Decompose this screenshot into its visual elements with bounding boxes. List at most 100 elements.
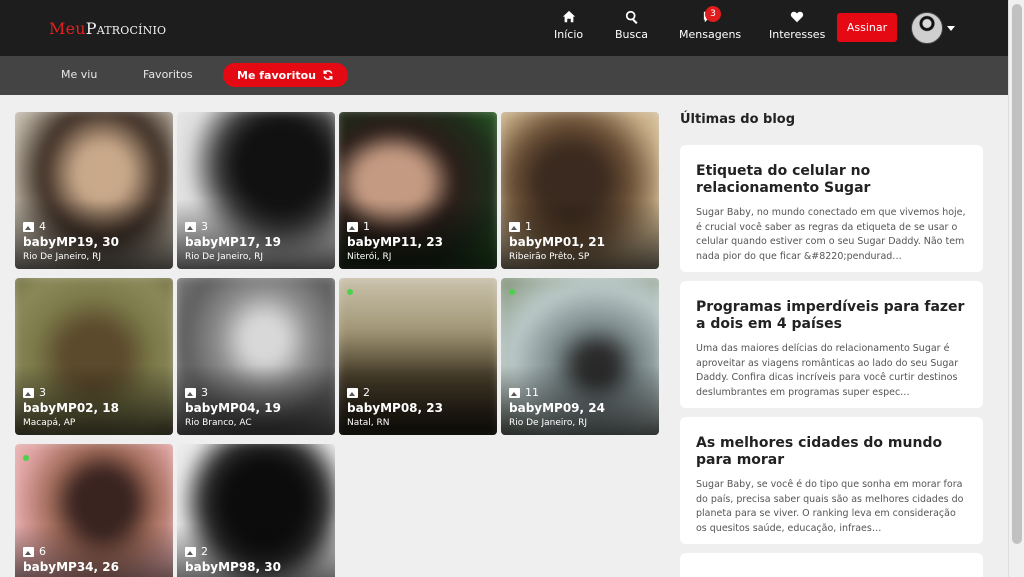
avatar xyxy=(911,12,943,44)
nav-inicio[interactable]: Início xyxy=(554,10,583,41)
photo-count-value: 1 xyxy=(525,220,532,233)
heart-icon xyxy=(791,11,804,23)
online-indicator xyxy=(509,289,515,295)
profile-city: Rio De Janeiro, RJ xyxy=(185,252,263,262)
blog-post[interactable] xyxy=(680,553,983,577)
nav-busca-label: Busca xyxy=(615,28,649,41)
profile-name: babyMP02, 18 xyxy=(23,401,119,415)
photo-count: 3 xyxy=(185,386,208,399)
photo-count-value: 2 xyxy=(363,386,370,399)
profile-city: Rio Branco, AC xyxy=(185,418,252,428)
profile-card[interactable]: 3 babyMP04, 19 Rio Branco, AC xyxy=(177,278,335,435)
profile-card[interactable]: 3 babyMP17, 19 Rio De Janeiro, RJ xyxy=(177,112,335,269)
photo-count-value: 3 xyxy=(201,386,208,399)
profile-name: babyMP98, 30 xyxy=(185,560,281,574)
blog-post-title[interactable]: Etiqueta do celular no relacionamento Su… xyxy=(696,163,967,197)
brand-logo[interactable]: MeuPatrocínio xyxy=(49,19,166,38)
profile-card[interactable]: 2 babyMP08, 23 Natal, RN xyxy=(339,278,497,435)
profile-card[interactable]: 3 babyMP02, 18 Macapá, AP xyxy=(15,278,173,435)
profile-name: babyMP11, 23 xyxy=(347,235,443,249)
profile-city: Rio De Janeiro, RJ xyxy=(23,252,101,262)
image-icon xyxy=(23,221,34,232)
image-icon xyxy=(509,221,520,232)
profile-city: Ribeirão Prêto, SP xyxy=(509,252,590,262)
search-icon xyxy=(625,10,638,24)
user-menu[interactable] xyxy=(911,12,955,44)
tab-me-favoritou[interactable]: Me favoritou xyxy=(223,63,349,87)
blog-heading: Últimas do blog xyxy=(680,112,796,127)
photo-count-value: 3 xyxy=(39,386,46,399)
nav-mensagens[interactable]: Mensagens 3 xyxy=(679,6,742,41)
nav-mensagens-label: Mensagens xyxy=(679,28,742,41)
online-indicator xyxy=(347,289,353,295)
image-icon xyxy=(23,546,34,557)
blog-post[interactable]: Etiqueta do celular no relacionamento Su… xyxy=(680,145,983,272)
image-icon xyxy=(185,546,196,557)
photo-count: 1 xyxy=(347,220,370,233)
scrollbar-thumb[interactable] xyxy=(1012,4,1022,544)
blog-post[interactable]: Programas imperdíveis para fazer a dois … xyxy=(680,281,983,408)
photo-count: 3 xyxy=(23,386,46,399)
profile-name: babyMP08, 23 xyxy=(347,401,443,415)
profile-card[interactable]: 1 babyMP11, 23 Niterói, RJ xyxy=(339,112,497,269)
photo-count: 3 xyxy=(185,220,208,233)
online-indicator xyxy=(23,455,29,461)
messages-count-badge: 3 xyxy=(705,6,721,22)
home-icon xyxy=(562,10,575,23)
brand-part2: Patrocínio xyxy=(85,19,167,38)
brand-part1: Meu xyxy=(49,19,86,38)
nav-interesses-label: Interesses xyxy=(769,28,826,41)
image-icon xyxy=(23,387,34,398)
blog-post-title[interactable]: Programas imperdíveis para fazer a dois … xyxy=(696,299,967,333)
blog-post-excerpt: Sugar Baby, se você é do tipo que sonha … xyxy=(696,479,964,534)
refresh-icon xyxy=(323,70,333,80)
blog-post[interactable]: As melhores cidades do mundo para morar … xyxy=(680,417,983,544)
photo-count-value: 11 xyxy=(525,386,539,399)
nav-interesses[interactable]: Interesses xyxy=(769,10,825,41)
profile-name: babyMP34, 26 xyxy=(23,560,119,574)
photo-count-value: 4 xyxy=(39,220,46,233)
profile-card[interactable]: 6 babyMP34, 26 xyxy=(15,444,173,577)
photo-count: 11 xyxy=(509,386,539,399)
image-icon xyxy=(347,221,358,232)
profile-name: babyMP17, 19 xyxy=(185,235,281,249)
favorites-tabs: Me viu Favoritos Me favoritou xyxy=(0,56,1008,95)
nav-busca[interactable]: Busca xyxy=(615,10,648,41)
image-icon xyxy=(185,387,196,398)
tab-me-favoritou-label: Me favoritou xyxy=(237,68,317,82)
photo-count-value: 1 xyxy=(363,220,370,233)
profile-card[interactable]: 11 babyMP09, 24 Rio De Janeiro, RJ xyxy=(501,278,659,435)
photo-count-value: 3 xyxy=(201,220,208,233)
profile-card[interactable]: 2 babyMP98, 30 xyxy=(177,444,335,577)
blog-post-title[interactable]: As melhores cidades do mundo para morar xyxy=(696,435,967,469)
tab-me-viu[interactable]: Me viu xyxy=(61,68,97,81)
blog-post-excerpt: Uma das maiores delícias do relacionamen… xyxy=(696,343,959,398)
photo-count: 1 xyxy=(509,220,532,233)
profile-city: Natal, RN xyxy=(347,418,390,428)
subscribe-button[interactable]: Assinar xyxy=(837,13,897,42)
photo-count: 2 xyxy=(347,386,370,399)
image-icon xyxy=(185,221,196,232)
photo-count-value: 6 xyxy=(39,545,46,558)
tab-favoritos[interactable]: Favoritos xyxy=(143,68,193,81)
profile-name: babyMP09, 24 xyxy=(509,401,605,415)
photo-count: 4 xyxy=(23,220,46,233)
photo-count: 6 xyxy=(23,545,46,558)
profile-city: Niterói, RJ xyxy=(347,252,392,262)
top-navbar: MeuPatrocínio Início Busca Mensagens 3 I… xyxy=(0,0,1008,56)
profile-card[interactable]: 4 babyMP19, 30 Rio De Janeiro, RJ xyxy=(15,112,173,269)
page-scrollbar[interactable] xyxy=(1008,0,1024,577)
photo-count-value: 2 xyxy=(201,545,208,558)
blog-post-excerpt: Sugar Baby, no mundo conectado em que vi… xyxy=(696,207,966,262)
profile-name: babyMP19, 30 xyxy=(23,235,119,249)
photo-count: 2 xyxy=(185,545,208,558)
image-icon xyxy=(509,387,520,398)
profile-card[interactable]: 1 babyMP01, 21 Ribeirão Prêto, SP xyxy=(501,112,659,269)
profile-city: Macapá, AP xyxy=(23,418,76,428)
profile-name: babyMP01, 21 xyxy=(509,235,605,249)
caret-down-icon xyxy=(947,25,955,31)
profile-name: babyMP04, 19 xyxy=(185,401,281,415)
image-icon xyxy=(347,387,358,398)
nav-inicio-label: Início xyxy=(554,28,584,41)
profile-city: Rio De Janeiro, RJ xyxy=(509,418,587,428)
